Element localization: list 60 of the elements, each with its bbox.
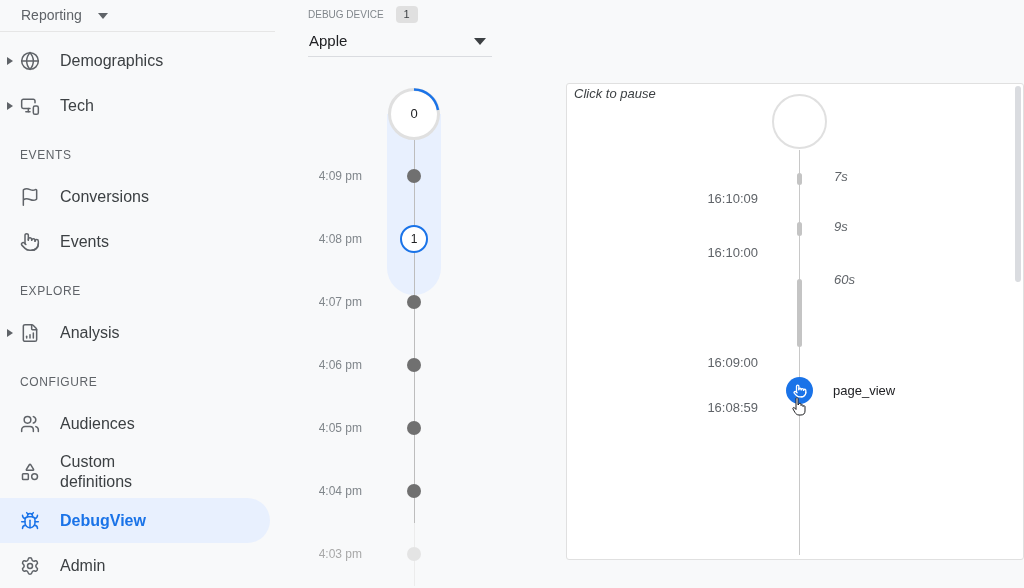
gap-duration: 9s xyxy=(834,218,848,236)
gap-segment xyxy=(797,173,802,185)
people-icon xyxy=(20,413,40,434)
nav-item[interactable]: Analysis xyxy=(0,310,270,355)
gap-duration: 7s xyxy=(834,168,848,186)
nav-item[interactable]: Admin xyxy=(0,543,270,588)
debug-device-label: DEBUG DEVICE xyxy=(308,7,384,22)
stream-time: 16:08:59 xyxy=(707,399,758,417)
nav-item[interactable]: Audiences xyxy=(0,401,270,446)
event-stream-panel[interactable]: Click to pause 7s 9s 60s 16:10:09 16:10:00 16:09:00 16:08:59 page_view xyxy=(566,83,1024,560)
nav-label: Events xyxy=(60,231,110,252)
chart-icon xyxy=(20,322,40,343)
tap-icon xyxy=(792,383,807,398)
section-heading: CONFIGURE xyxy=(19,374,99,391)
expand-caret-icon xyxy=(7,101,13,110)
tap-icon xyxy=(20,231,40,252)
device-select[interactable]: Apple xyxy=(308,26,492,57)
hand-cursor-icon xyxy=(792,397,807,416)
stream-time: 16:09:00 xyxy=(707,354,758,372)
section-heading: EXPLORE xyxy=(19,283,82,300)
minute-time: 4:05 pm xyxy=(317,420,362,437)
nav-label: Analysis xyxy=(60,322,121,343)
gap-duration: 60s xyxy=(834,271,855,289)
minute-time: 4:04 pm xyxy=(317,483,362,500)
event-name[interactable]: page_view xyxy=(833,381,896,401)
minute-time: 4:06 pm xyxy=(317,357,362,374)
nav-label: Admin xyxy=(60,555,107,576)
nav-label: Demographics xyxy=(60,50,165,71)
nav-label: Custom definitions xyxy=(60,452,134,492)
expand-caret-icon xyxy=(7,56,13,65)
nav-label: Tech xyxy=(60,95,95,116)
gap-segment xyxy=(797,222,802,236)
nav-item[interactable]: DebugView xyxy=(0,498,270,543)
nav-item[interactable]: Events xyxy=(0,219,270,264)
flag-icon xyxy=(20,186,40,207)
device-count-badge: 1 xyxy=(395,6,418,23)
bug-icon xyxy=(20,510,40,531)
settings-icon xyxy=(20,555,40,576)
dropdown-caret-icon xyxy=(97,12,108,19)
pause-hint: Click to pause xyxy=(574,85,656,103)
globe-icon xyxy=(20,50,40,71)
nav-label: Conversions xyxy=(60,186,150,207)
nav-label: DebugView xyxy=(60,510,147,531)
nav-label: Audiences xyxy=(60,413,136,434)
reporting-dropdown[interactable]: Reporting xyxy=(21,5,108,26)
minute-time: 4:03 pm xyxy=(317,546,362,563)
minute-time: 4:07 pm xyxy=(317,294,362,311)
expand-caret-icon xyxy=(7,328,13,337)
stream-time: 16:10:09 xyxy=(707,190,758,208)
nav-item[interactable]: Conversions xyxy=(0,174,270,219)
section-heading: EVENTS xyxy=(19,147,73,164)
stream-time: 16:10:00 xyxy=(707,244,758,262)
minute-time: 4:08 pm xyxy=(317,231,362,248)
nav-item[interactable]: Demographics xyxy=(0,38,270,83)
dropdown-caret-icon xyxy=(474,37,486,45)
minute-time: 4:09 pm xyxy=(317,168,362,185)
shapes-icon xyxy=(20,462,40,482)
nav-item[interactable]: Custom definitions xyxy=(0,446,270,498)
nav-item[interactable]: Tech xyxy=(0,83,270,128)
gap-segment xyxy=(797,279,802,347)
